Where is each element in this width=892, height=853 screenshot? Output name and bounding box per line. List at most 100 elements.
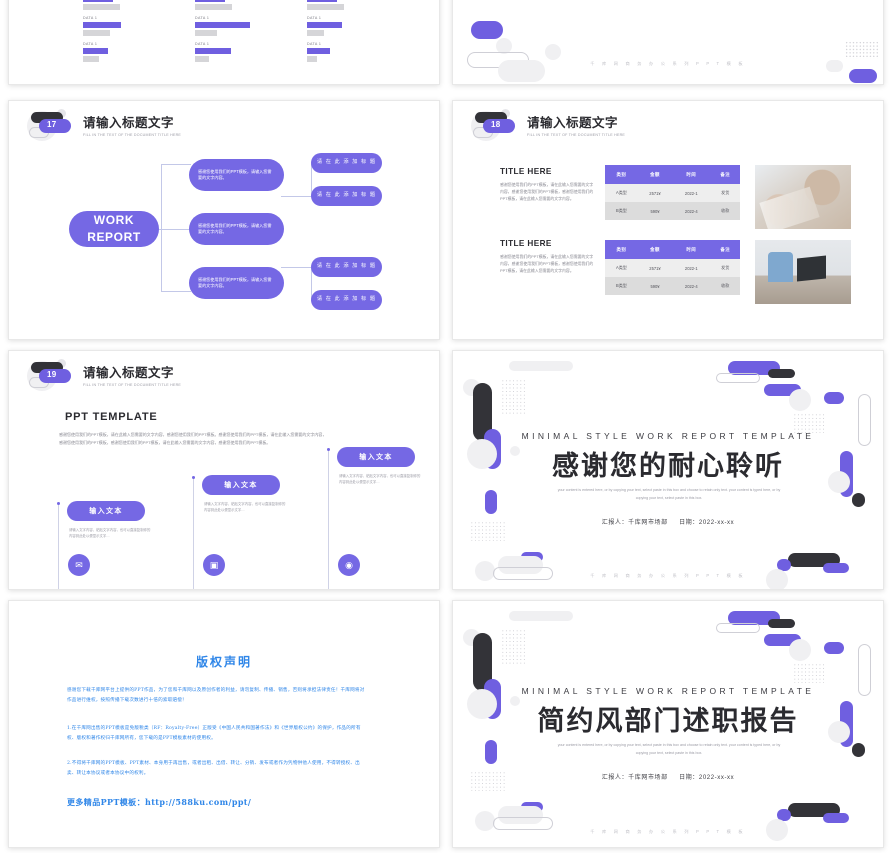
slide-thumbnail-bar-chart[interactable]: DATA 1 DATA 1 DATA 1 DATA 1 DATA 1 DATA 1 bbox=[8, 0, 440, 85]
connector-root bbox=[154, 229, 189, 230]
table-cell: 2022-1 bbox=[672, 184, 711, 202]
bar-chart-label: DATA 1 bbox=[307, 42, 322, 46]
date-label: 日期： bbox=[679, 520, 699, 526]
section-heading: PPT TEMPLATE bbox=[65, 411, 158, 423]
table-row: B类型 590¥ 2022-4 收款 bbox=[605, 202, 740, 220]
mindmap-branch-1[interactable]: 感谢您使用我们的PPT模板，请输入您需要的文字内容。 bbox=[189, 159, 284, 191]
decor-dot-grid bbox=[845, 41, 879, 59]
timeline-pill-1[interactable]: 输入文本 bbox=[67, 501, 145, 521]
decor-shape bbox=[475, 811, 495, 831]
mindmap-leaf-1[interactable]: 请 在 此 添 加 标 题 bbox=[311, 153, 382, 173]
block-heading-2: TITLE HERE bbox=[500, 239, 552, 248]
decor-shape bbox=[824, 642, 844, 654]
thanks-title: 感谢您的耐心聆听 bbox=[552, 451, 784, 481]
bar-purple bbox=[307, 22, 342, 28]
slide-19-timeline[interactable]: 19 请输入标题文字 FILL IN THE TEXT OF THE DOCUM… bbox=[8, 350, 440, 590]
slide-thumbnail-transition[interactable]: 千 库 网 商 务 办 公 系 列 P P T 模 板 bbox=[452, 0, 884, 85]
connector-leaf-bot-h bbox=[281, 267, 311, 268]
decor-shape bbox=[823, 563, 849, 573]
slide-17-mindmap[interactable]: 17 请输入标题文字 FILL IN THE TEXT OF THE DOCUM… bbox=[8, 100, 440, 340]
mindmap-root[interactable]: WORK REPORT bbox=[69, 211, 159, 247]
table-row: A类型 2571¥ 2022-1 发货 bbox=[605, 259, 740, 277]
cover-eyebrow: MINIMAL STYLE WORK REPORT TEMPLATE bbox=[521, 686, 815, 696]
data-table-1[interactable]: 类别 金额 时间 备注 A类型 2571¥ 2022-1 发货 B类型 590¥… bbox=[605, 165, 740, 220]
reporter-label: 汇报人： bbox=[601, 520, 629, 526]
bar-gray bbox=[307, 56, 318, 62]
cover-canvas: MINIMAL STYLE WORK REPORT TEMPLATE 简约风部门… bbox=[453, 601, 883, 847]
slide-subtitle: FILL IN THE TEXT OF THE DOCUMENT TITLE H… bbox=[527, 133, 626, 137]
thanks-meta: 汇报人：千库网市场部 日期：2022-xx-xx bbox=[453, 517, 883, 526]
timeline-axis-3 bbox=[328, 449, 329, 589]
slide-18-tables[interactable]: 18 请输入标题文字 FILL IN THE TEXT OF THE DOCUM… bbox=[452, 100, 884, 340]
date-label: 日期： bbox=[679, 775, 699, 781]
slide-header-text: 请输入标题文字 FILL IN THE TEXT OF THE DOCUMENT… bbox=[527, 109, 625, 137]
timeline-axis-1 bbox=[58, 503, 59, 589]
bar-gray bbox=[195, 30, 218, 36]
mindmap-branch-2[interactable]: 感谢您使用我们的PPT模板，请输入您需要的文字内容。 bbox=[189, 213, 284, 245]
copyright-paragraph-3: 2.不得将千库网的PPT模板、PPT素材、本身用于再出售，或者出租、出借、转让、… bbox=[67, 761, 360, 777]
table-cell: 发货 bbox=[710, 184, 740, 202]
mindmap-leaf-3[interactable]: 请 在 此 添 加 标 题 bbox=[311, 257, 382, 277]
bar-chart-label: DATA 1 bbox=[195, 42, 210, 46]
thanks-canvas: MINIMAL STYLE WORK REPORT TEMPLATE 感谢您的耐… bbox=[453, 351, 883, 589]
decor-shape bbox=[766, 569, 788, 589]
table-cell: 2571¥ bbox=[637, 184, 673, 202]
decor-dot-grid bbox=[793, 413, 826, 433]
mindmap-branch-3[interactable]: 感谢您使用我们的PPT模板，请输入您需要的文字内容。 bbox=[189, 267, 284, 299]
bar-gray bbox=[195, 4, 232, 10]
timeline-node-1 bbox=[57, 502, 60, 505]
bar-chart-label: DATA 1 bbox=[307, 16, 322, 20]
connector-branch-bottom-h bbox=[161, 291, 191, 292]
bar-purple bbox=[307, 48, 330, 54]
table-cell: A类型 bbox=[605, 259, 638, 277]
decor-shape bbox=[485, 490, 497, 514]
decor-shape bbox=[768, 619, 795, 628]
decor-pill-purple bbox=[849, 69, 877, 83]
table-header-cell: 金额 bbox=[637, 240, 673, 259]
copyright-paragraph-2: 1.在千库网出售的PPT模板是免版税类（RF：Royalty-Free）正版受《… bbox=[67, 726, 361, 742]
timeline-node-3 bbox=[327, 448, 330, 451]
table-cell: 收款 bbox=[710, 202, 740, 220]
timeline-axis-2 bbox=[193, 477, 194, 589]
slide-thanks[interactable]: MINIMAL STYLE WORK REPORT TEMPLATE 感谢您的耐… bbox=[452, 350, 884, 590]
bar-chart-label: DATA 1 bbox=[83, 16, 98, 20]
bar-gray bbox=[307, 30, 325, 36]
bar-chart-column: DATA 1 DATA 1 bbox=[195, 0, 269, 68]
timeline-pill-3[interactable]: 输入文本 bbox=[337, 447, 415, 467]
decor-dot-grid bbox=[501, 629, 525, 665]
bar-purple bbox=[195, 0, 225, 2]
table-header-cell: 金额 bbox=[637, 165, 673, 184]
decor-shape bbox=[509, 361, 573, 371]
slide-footer-brand: 千 库 网 商 务 办 公 系 列 P P T 模 板 bbox=[590, 573, 746, 578]
mindmap-leaf-2[interactable]: 请 在 此 添 加 标 题 bbox=[311, 186, 382, 206]
timeline-pill-2[interactable]: 输入文本 bbox=[202, 475, 280, 495]
decor-shape-outline bbox=[716, 623, 760, 633]
thanks-english: your content is entered here, or by copy… bbox=[557, 488, 781, 500]
slide-footer-brand: 千 库 网 商 务 办 公 系 列 P P T 模 板 bbox=[590, 61, 746, 66]
slide-cover[interactable]: MINIMAL STYLE WORK REPORT TEMPLATE 简约风部门… bbox=[452, 600, 884, 848]
timeline-desc-2: 请输入文字内容、粘贴文字内容，也可以直接复制你的内容到此处以便显示文字… bbox=[204, 502, 286, 513]
mindmap-leaf-4[interactable]: 请 在 此 添 加 标 题 bbox=[311, 290, 382, 310]
bar-chart-column: DATA 1 DATA 1 bbox=[307, 0, 381, 68]
data-table-2[interactable]: 类别 金额 时间 备注 A类型 2571¥ 2022-1 发货 B类型 590¥… bbox=[605, 240, 740, 295]
table-cell: 收款 bbox=[710, 277, 740, 295]
bar-purple bbox=[83, 22, 122, 28]
section-paragraph: 感谢您使用我们的PPT模板，请在此输入您需要的文字内容，感谢您使用我们的PPT模… bbox=[59, 432, 327, 445]
table-cell: 2022-4 bbox=[672, 202, 711, 220]
table-cell: 2571¥ bbox=[637, 259, 673, 277]
decor-dot-grid bbox=[793, 663, 826, 683]
table-cell: 2022-4 bbox=[672, 277, 711, 295]
thanks-eyebrow: MINIMAL STYLE WORK REPORT TEMPLATE bbox=[521, 431, 815, 441]
copyright-link-url[interactable]: http://588ku.com/ppt/ bbox=[145, 797, 251, 807]
connector-branch-bottom bbox=[161, 229, 162, 291]
table-header-cell: 备注 bbox=[710, 240, 740, 259]
table-header-cell: 备注 bbox=[710, 165, 740, 184]
cover-title: 简约风部门述职报告 bbox=[537, 706, 799, 736]
copyright-link[interactable]: 更多精品PPT模板：http://588ku.com/ppt/ bbox=[67, 797, 251, 808]
bar-gray bbox=[195, 56, 210, 62]
table-header-cell: 类别 bbox=[605, 240, 638, 259]
decor-shape bbox=[509, 611, 573, 621]
slide-copyright[interactable]: 版权声明 感谢您下载千库网平台上提供的PPT作品，为了您和千库网以及原创作者的利… bbox=[8, 600, 440, 848]
bar-chart-label: DATA 1 bbox=[83, 42, 98, 46]
timeline-desc-1: 请输入文字内容、粘贴文字内容，也可以直接复制你的内容到此处以便显示文字… bbox=[69, 528, 151, 539]
